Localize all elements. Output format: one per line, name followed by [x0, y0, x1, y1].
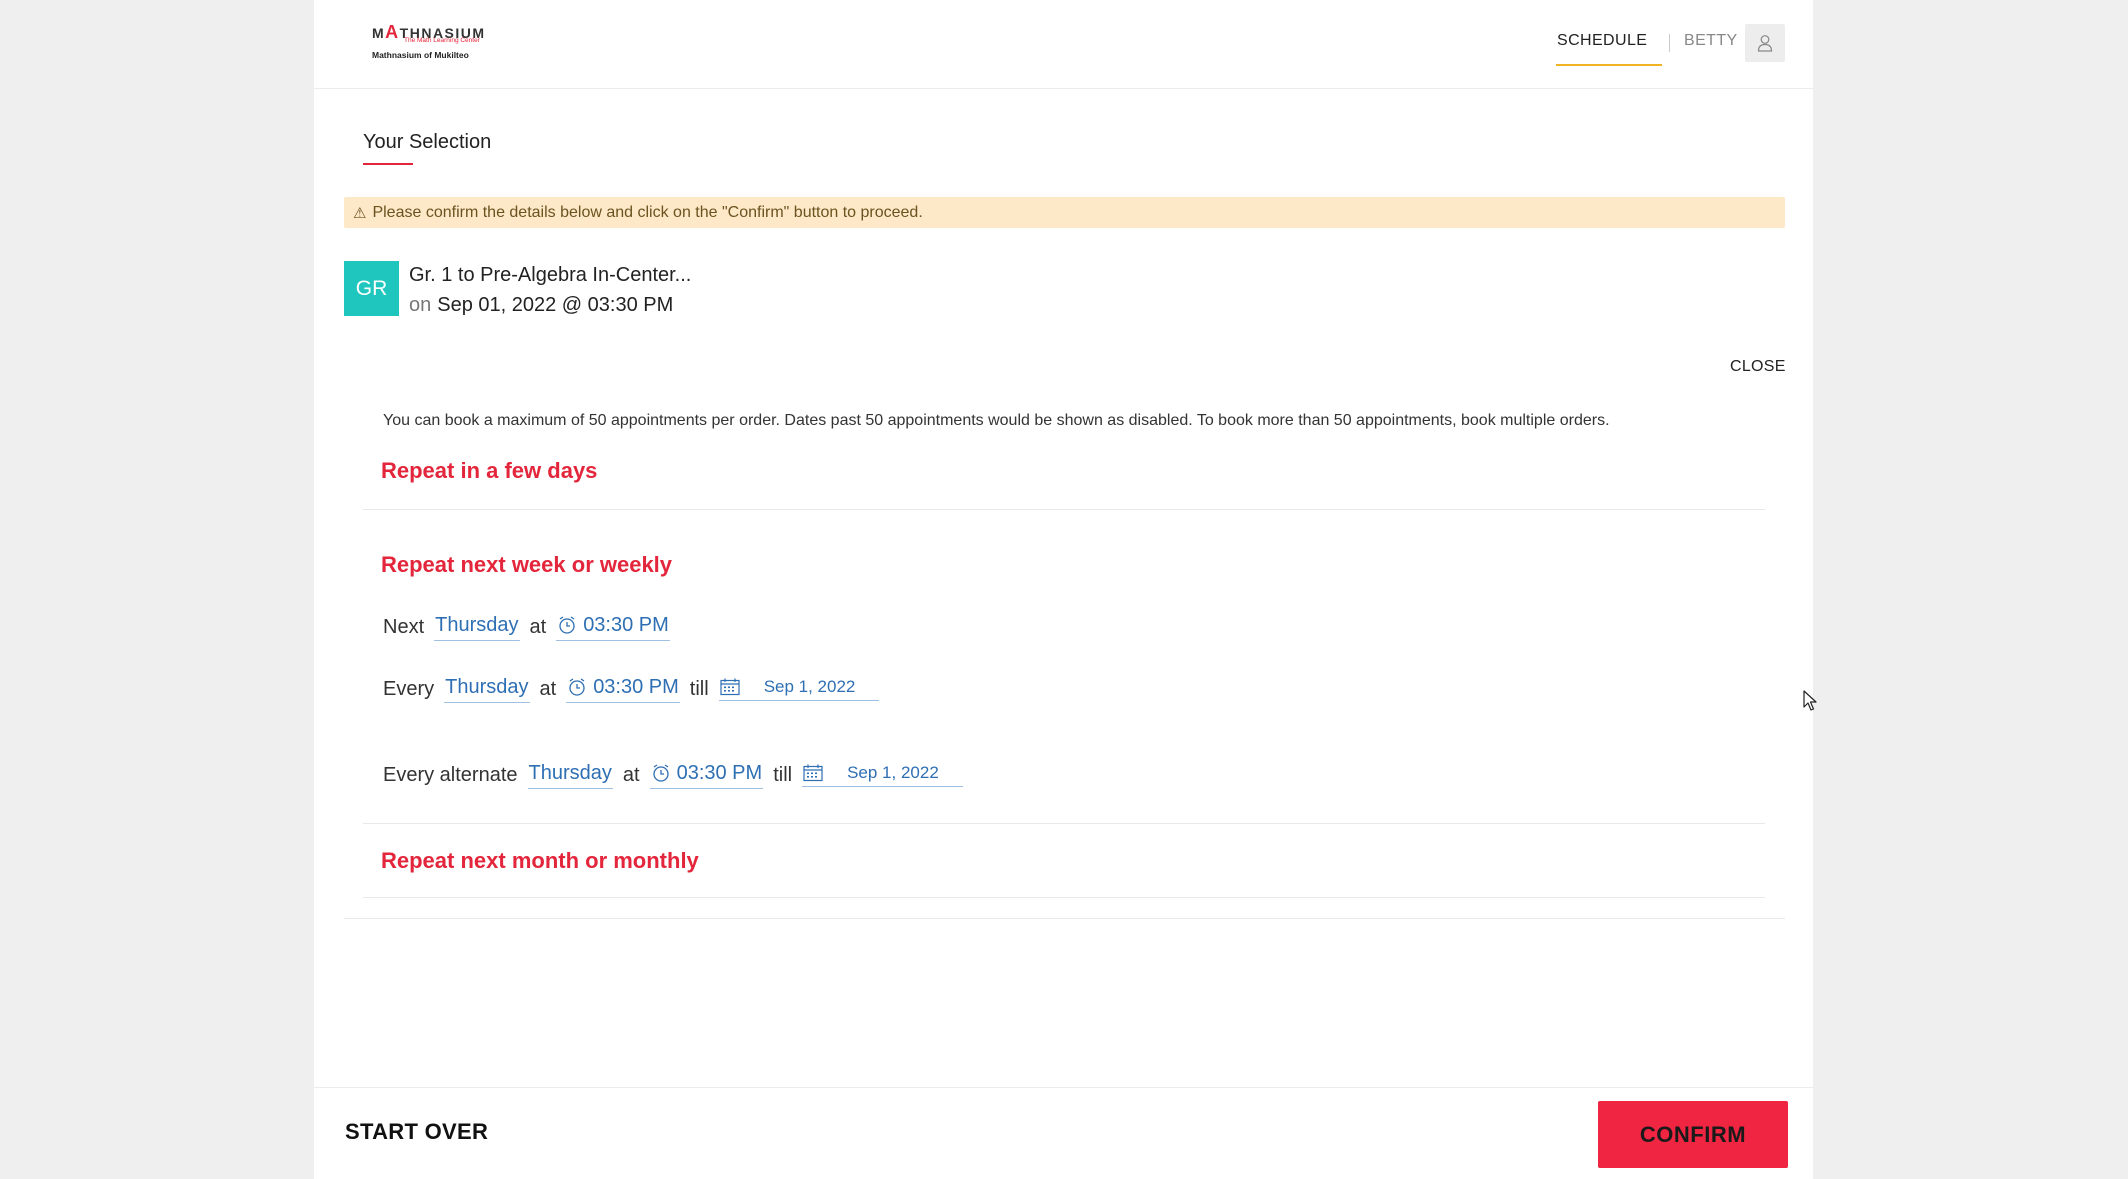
course-datetime: on Sep 01, 2022 @ 03:30 PM [409, 294, 673, 317]
alternate-day-select[interactable]: Thursday [527, 762, 613, 789]
next-label: Next [383, 615, 425, 638]
next-time-value: 03:30 PM [583, 613, 669, 636]
every-time-select[interactable]: 03:30 PM [566, 676, 680, 703]
at-label: at [529, 615, 547, 638]
mathnasium-logo[interactable]: MATHNASIUM The Math Learning Center Math… [372, 18, 484, 62]
user-icon [1757, 35, 1773, 52]
repeat-every-row: Every Thursday at 03:30 PM till Sep 1, 2… [383, 672, 880, 706]
on-label: on [409, 294, 432, 316]
every-alternate-label: Every alternate [383, 763, 518, 786]
repeat-monthly-toggle[interactable]: Repeat next month or monthly [381, 848, 699, 874]
alternate-time-select[interactable]: 03:30 PM [649, 761, 764, 789]
repeat-alternate-row: Every alternate Thursday at 03:30 PM til… [383, 758, 963, 792]
close-button[interactable]: CLOSE [1730, 358, 1786, 376]
calendar-icon [720, 678, 740, 696]
alert-text: Please confirm the details below and cli… [372, 203, 923, 221]
till-label: till [689, 677, 709, 700]
footer: START OVER CONFIRM [314, 1087, 1813, 1179]
at-label: at [622, 763, 640, 786]
every-time-value: 03:30 PM [593, 675, 679, 698]
nav-active-indicator [1556, 64, 1662, 66]
nav-schedule[interactable]: SCHEDULE [1557, 32, 1647, 50]
header: MATHNASIUM The Math Learning Center Math… [314, 0, 1813, 89]
nav-user-name[interactable]: BETTY [1684, 32, 1738, 50]
repeat-few-days-toggle[interactable]: Repeat in a few days [381, 458, 597, 484]
logo-tagline: The Math Learning Center [404, 37, 480, 44]
every-end-date-picker[interactable]: Sep 1, 2022 [718, 677, 880, 701]
every-label: Every [383, 677, 435, 700]
next-day-select[interactable]: Thursday [434, 614, 520, 641]
alternate-end-date-value: Sep 1, 2022 [847, 763, 939, 782]
divider [363, 509, 1765, 510]
nav-separator [1669, 34, 1670, 52]
every-end-date-value: Sep 1, 2022 [763, 677, 856, 696]
alternate-end-date-picker[interactable]: Sep 1, 2022 [802, 763, 963, 787]
page: MATHNASIUM The Math Learning Center Math… [314, 0, 1813, 1179]
course-name: Gr. 1 to Pre-Algebra In-Center... [409, 264, 692, 286]
every-day-select[interactable]: Thursday [444, 676, 530, 703]
divider [363, 897, 1765, 898]
user-avatar[interactable] [1745, 24, 1785, 62]
divider [344, 918, 1785, 919]
confirm-button[interactable]: CONFIRM [1598, 1101, 1788, 1168]
next-time-select[interactable]: 03:30 PM [556, 614, 670, 641]
till-label: till [773, 763, 793, 786]
repeat-next-row: Next Thursday at 03:30 PM [383, 610, 680, 644]
selection-title-underline [363, 163, 413, 165]
selection-title: Your Selection [363, 131, 492, 153]
appointment-limit-info: You can book a maximum of 50 appointment… [383, 412, 1610, 429]
logo-location: Mathnasium of Mukilteo [372, 50, 469, 60]
course-datetime-value: Sep 01, 2022 @ 03:30 PM [437, 294, 674, 316]
repeat-weekly-toggle[interactable]: Repeat next week or weekly [381, 552, 672, 578]
at-label: at [539, 677, 557, 700]
clock-icon [567, 677, 587, 697]
alternate-time-value: 03:30 PM [676, 761, 763, 784]
start-over-button[interactable]: START OVER [345, 1119, 488, 1145]
course-badge: GR [344, 261, 399, 316]
warning-icon: ⚠ [353, 204, 367, 222]
clock-icon [557, 615, 577, 635]
divider [363, 823, 1765, 824]
clock-icon [651, 763, 671, 783]
confirm-alert: ⚠ Please confirm the details below and c… [344, 197, 1785, 228]
mouse-cursor-icon [1803, 690, 1817, 711]
calendar-icon [803, 764, 823, 782]
